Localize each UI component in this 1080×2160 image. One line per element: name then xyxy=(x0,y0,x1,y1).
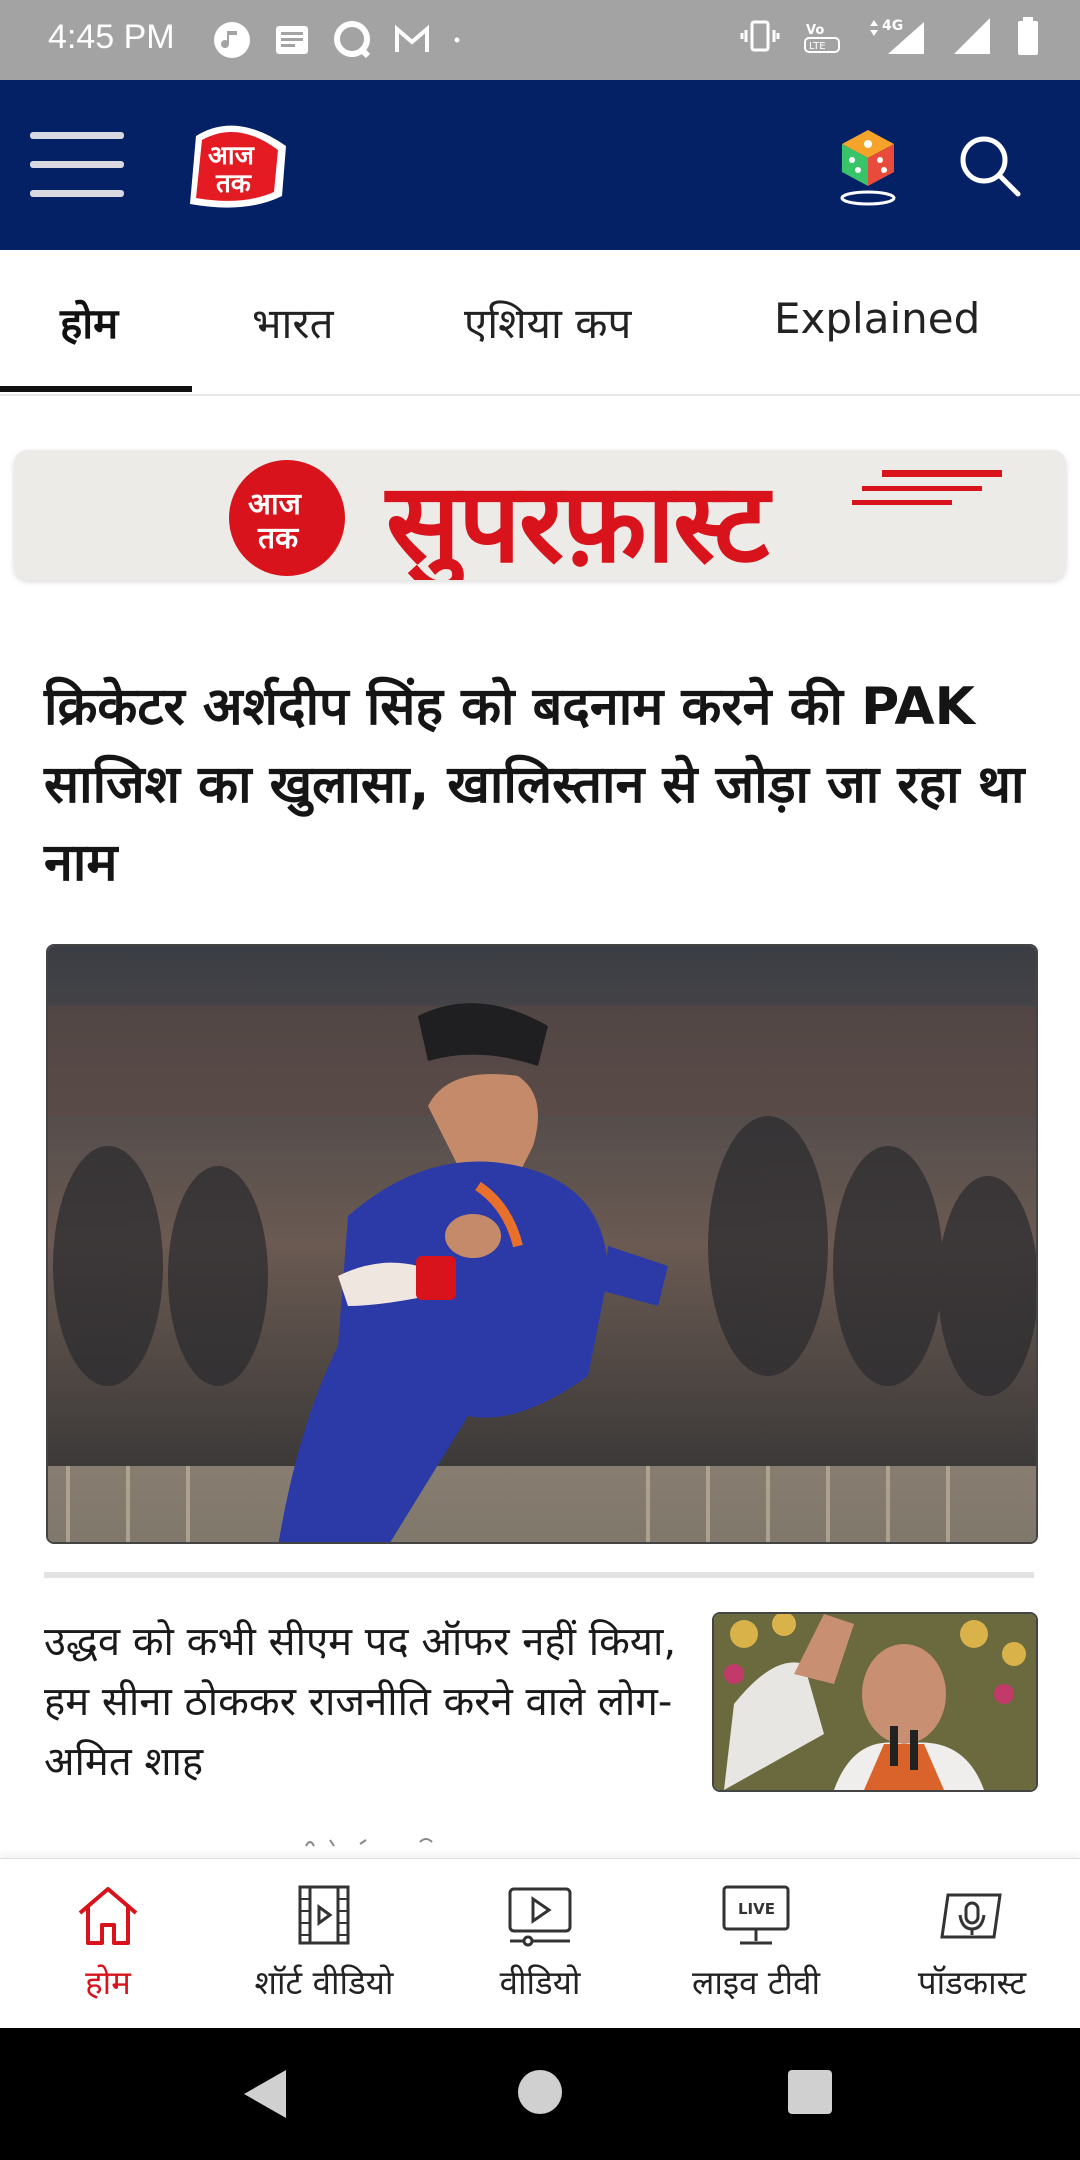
banner-title: सुपरफ़ास्ट xyxy=(386,459,769,580)
nav-video[interactable]: वीडियो xyxy=(432,1859,648,2029)
nav-podcast[interactable]: पॉडकास्ट xyxy=(864,1859,1080,2029)
logo-text-bottom: तक xyxy=(215,169,252,199)
nav-short-video[interactable]: शॉर्ट वीडियो xyxy=(216,1859,432,2029)
nav-live-tv-label: लाइव टीवी xyxy=(691,1963,821,2002)
tab-home[interactable]: होम xyxy=(60,294,118,351)
dice-icon[interactable] xyxy=(832,116,904,206)
active-tab-indicator xyxy=(0,386,192,392)
next-story-peek xyxy=(305,1838,433,1847)
top-headline[interactable]: क्रिकेटर अर्शदीप सिंह को बदनाम करने की P… xyxy=(44,668,1044,902)
live-badge: LIVE xyxy=(738,1900,775,1918)
signal-icon xyxy=(954,18,990,54)
banner-logo-bottom: तक xyxy=(257,521,299,556)
recents-icon[interactable] xyxy=(786,2068,834,2116)
signal-4g-icon: 4G xyxy=(870,18,924,54)
section-divider xyxy=(44,1572,1034,1578)
headline-image[interactable] xyxy=(46,944,1038,1544)
story-headline[interactable]: उद्धव को कभी सीएम पद ऑफर नहीं किया, हम स… xyxy=(44,1612,684,1792)
nav-live-tv[interactable]: LIVE लाइव टीवी xyxy=(648,1859,864,2029)
search-icon[interactable] xyxy=(958,134,1022,198)
status-time: 4:45 PM xyxy=(48,18,175,56)
banner-logo: आज तक xyxy=(229,460,345,576)
menu-icon[interactable] xyxy=(30,128,124,202)
volte-icon: Vo LTE xyxy=(804,23,840,53)
speed-lines-icon xyxy=(852,470,1002,505)
svg-text:LTE: LTE xyxy=(809,41,826,52)
status-bar: 4:45 PM Vo LTE 4G xyxy=(0,0,1080,80)
home-button-icon[interactable] xyxy=(516,2068,564,2116)
chat-icon xyxy=(334,21,371,59)
banner-logo-top: आज xyxy=(248,487,303,522)
category-tabs: होम भारत एशिया कप Explained xyxy=(0,250,1080,396)
nav-home-label: होम xyxy=(85,1963,131,2002)
music-icon xyxy=(214,22,250,58)
gmail-icon xyxy=(395,24,429,52)
logo-text-top: आज xyxy=(208,141,256,171)
system-icons: Vo LTE 4G xyxy=(740,16,1040,56)
tab-explained[interactable]: Explained xyxy=(774,294,980,343)
tab-bharat[interactable]: भारत xyxy=(252,294,334,351)
vibrate-icon xyxy=(740,20,780,52)
aajtak-logo[interactable]: आज तक xyxy=(186,116,292,216)
bottom-navigation: होम शॉर्ट वीडियो वीडियो LIVE लाइव टीवी प… xyxy=(0,1858,1080,2029)
live-tv-icon: LIVE xyxy=(722,1885,790,1945)
dot-icon xyxy=(454,37,460,43)
battery-icon xyxy=(1018,17,1038,55)
film-icon xyxy=(298,1885,350,1945)
nav-short-video-label: शॉर्ट वीडियो xyxy=(254,1963,394,2002)
superfast-banner[interactable]: आज तक सुपरफ़ास्ट xyxy=(14,450,1066,580)
back-icon[interactable] xyxy=(240,2066,290,2122)
system-navigation-bar xyxy=(0,2028,1080,2160)
video-play-icon xyxy=(508,1887,572,1947)
story-thumbnail[interactable] xyxy=(712,1612,1038,1792)
news-icon xyxy=(276,26,308,54)
svg-text:4G: 4G xyxy=(882,18,903,34)
podcast-icon xyxy=(940,1893,1002,1939)
svg-text:Vo: Vo xyxy=(806,23,824,38)
home-icon xyxy=(78,1887,138,1945)
app-header: आज तक xyxy=(0,80,1080,250)
nav-video-label: वीडियो xyxy=(499,1963,581,2002)
notification-icons xyxy=(212,20,472,60)
cricketer-photo xyxy=(48,946,1036,1542)
nav-home[interactable]: होम xyxy=(0,1859,216,2029)
politician-photo xyxy=(714,1614,1036,1790)
nav-podcast-label: पॉडकास्ट xyxy=(917,1963,1027,2002)
tab-asia-cup[interactable]: एशिया कप xyxy=(464,294,631,351)
